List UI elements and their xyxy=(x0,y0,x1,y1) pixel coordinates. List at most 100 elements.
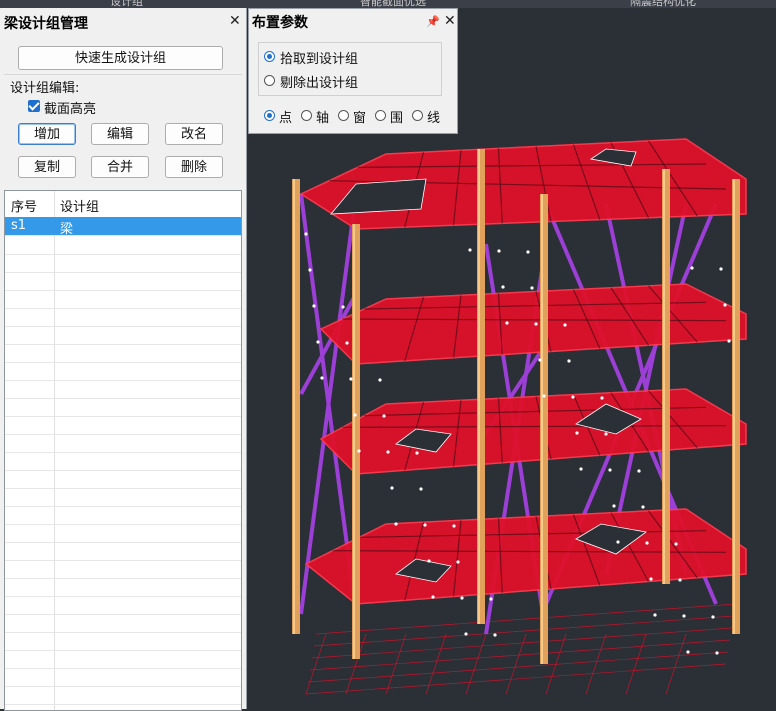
node-point xyxy=(304,232,308,236)
node-point xyxy=(382,414,386,418)
node-point xyxy=(423,523,427,527)
remove-from-group-radio[interactable] xyxy=(264,75,275,86)
empty-table-row xyxy=(5,650,241,669)
edit-button[interactable]: 编辑 xyxy=(91,123,149,145)
node-point xyxy=(727,339,731,343)
empty-table-row xyxy=(5,308,241,327)
node-point xyxy=(378,378,382,382)
node-point xyxy=(308,268,312,272)
node-point xyxy=(653,613,657,617)
model-viewport-top[interactable] xyxy=(458,8,776,134)
empty-table-row xyxy=(5,362,241,381)
design-group-table: 序号 设计组 s1 梁 xyxy=(4,190,242,711)
delete-button[interactable]: 删除 xyxy=(165,156,223,178)
panel-title: 布置参数 xyxy=(252,15,308,31)
panel-title: 梁设计组管理 xyxy=(4,16,88,32)
mode-axis-label: 轴 xyxy=(316,111,330,126)
header-group: 设计组 xyxy=(60,200,100,215)
top-tab-1[interactable]: 设计组 xyxy=(110,0,143,8)
node-point xyxy=(686,650,690,654)
empty-table-row xyxy=(5,344,241,363)
empty-table-row xyxy=(5,290,241,309)
empty-table-row xyxy=(5,614,241,633)
pin-icon[interactable]: 📌 xyxy=(426,15,440,28)
node-point xyxy=(575,431,579,435)
add-button[interactable]: 增加 xyxy=(18,123,76,145)
node-point xyxy=(320,376,324,380)
node-point xyxy=(719,267,723,271)
empty-table-row xyxy=(5,380,241,399)
empty-table-row xyxy=(5,542,241,561)
node-point xyxy=(690,266,694,270)
row-name: 梁 xyxy=(60,222,74,237)
node-point xyxy=(386,450,390,454)
edit-section-label: 设计组编辑: xyxy=(10,81,80,96)
table-row[interactable]: s1 梁 xyxy=(5,217,241,237)
mode-point-radio[interactable] xyxy=(264,110,275,121)
node-point xyxy=(460,596,464,600)
model-viewport[interactable] xyxy=(246,134,776,709)
node-point xyxy=(711,615,715,619)
node-point xyxy=(345,341,349,345)
merge-button[interactable]: 合并 xyxy=(91,156,149,178)
node-point xyxy=(678,578,682,582)
empty-table-row xyxy=(5,416,241,435)
node-point xyxy=(341,305,345,309)
close-icon[interactable]: ✕ xyxy=(229,13,241,29)
node-point xyxy=(501,285,505,289)
empty-table-row xyxy=(5,596,241,615)
section-highlight-checkbox[interactable] xyxy=(28,100,40,112)
node-point xyxy=(612,504,616,508)
node-point xyxy=(353,413,357,417)
mode-line-radio[interactable] xyxy=(412,110,423,121)
node-point xyxy=(349,377,353,381)
node-point xyxy=(489,597,493,601)
pick-to-group-radio[interactable] xyxy=(264,51,275,62)
empty-table-row xyxy=(5,452,241,471)
close-icon[interactable]: ✕ xyxy=(444,13,456,29)
node-point xyxy=(723,303,727,307)
node-point xyxy=(493,633,497,637)
empty-table-row xyxy=(5,488,241,507)
beam-design-group-panel: 梁设计组管理 ✕ 快速生成设计组 设计组编辑: 截面高亮 增加 编辑 改名 复制… xyxy=(0,8,247,711)
node-point xyxy=(542,394,546,398)
empty-table-row xyxy=(5,668,241,687)
node-point xyxy=(600,396,604,400)
empty-table-row xyxy=(5,326,241,345)
node-point xyxy=(390,486,394,490)
mode-fence-radio[interactable] xyxy=(375,110,386,121)
row-id: s1 xyxy=(11,218,27,233)
node-point xyxy=(579,467,583,471)
node-point xyxy=(497,249,501,253)
empty-table-row xyxy=(5,686,241,705)
node-point xyxy=(394,522,398,526)
pick-to-group-label: 拾取到设计组 xyxy=(280,52,359,67)
node-point xyxy=(452,524,456,528)
quick-generate-button[interactable]: 快速生成设计组 xyxy=(18,46,223,70)
node-point xyxy=(604,432,608,436)
top-tab-2[interactable]: 智能截面优选 xyxy=(360,0,426,8)
node-point xyxy=(674,542,678,546)
node-point xyxy=(431,595,435,599)
node-point xyxy=(616,540,620,544)
empty-table-row xyxy=(5,254,241,273)
node-point xyxy=(563,323,567,327)
node-point xyxy=(538,358,542,362)
node-point xyxy=(427,559,431,563)
empty-table-row xyxy=(5,236,241,255)
mode-axis-radio[interactable] xyxy=(301,110,312,121)
empty-table-row xyxy=(5,506,241,525)
top-tab-3[interactable]: 隔震结构优化 xyxy=(630,0,696,8)
top-tab-strip: 设计组 智能截面优选 隔震结构优化 xyxy=(0,0,776,8)
empty-table-row xyxy=(5,524,241,543)
node-point xyxy=(419,487,423,491)
node-point xyxy=(715,651,719,655)
node-point xyxy=(649,577,653,581)
copy-button[interactable]: 复制 xyxy=(18,156,76,178)
node-point xyxy=(641,505,645,509)
mode-window-label: 窗 xyxy=(353,111,367,126)
empty-table-row xyxy=(5,398,241,417)
rename-button[interactable]: 改名 xyxy=(165,123,223,145)
node-point xyxy=(357,449,361,453)
mode-window-radio[interactable] xyxy=(338,110,349,121)
